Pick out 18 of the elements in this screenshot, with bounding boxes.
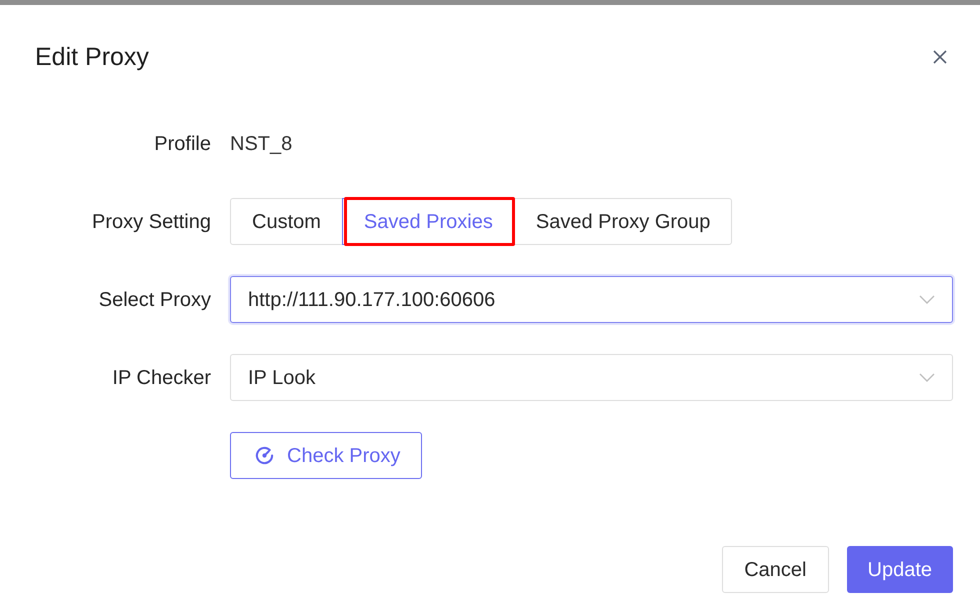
dialog-title: Edit Proxy bbox=[35, 42, 149, 72]
proxy-setting-tab[interactable]: Saved Proxies bbox=[342, 198, 515, 245]
chevron-down-icon bbox=[919, 373, 935, 382]
field-label: Select Proxy bbox=[98, 288, 211, 312]
proxy-setting-tab[interactable]: Saved Proxy Group bbox=[514, 198, 732, 245]
gauge-icon bbox=[255, 446, 274, 465]
check-proxy-button[interactable]: Check Proxy bbox=[230, 432, 422, 479]
field-label: IP Checker bbox=[112, 366, 211, 390]
proxy-setting-tab[interactable]: Custom bbox=[230, 198, 343, 245]
chevron-down-icon bbox=[919, 295, 935, 304]
profile-value: NST_8 bbox=[230, 132, 292, 156]
field-label: Profile bbox=[154, 132, 211, 156]
field-label: Proxy Setting bbox=[92, 210, 211, 234]
update-button[interactable]: Update bbox=[846, 546, 953, 593]
select-field[interactable]: http://111.90.177.100:60606 bbox=[230, 276, 953, 323]
select-field[interactable]: IP Look bbox=[230, 354, 953, 401]
cancel-button[interactable]: Cancel bbox=[722, 546, 828, 593]
close-icon bbox=[933, 50, 947, 64]
